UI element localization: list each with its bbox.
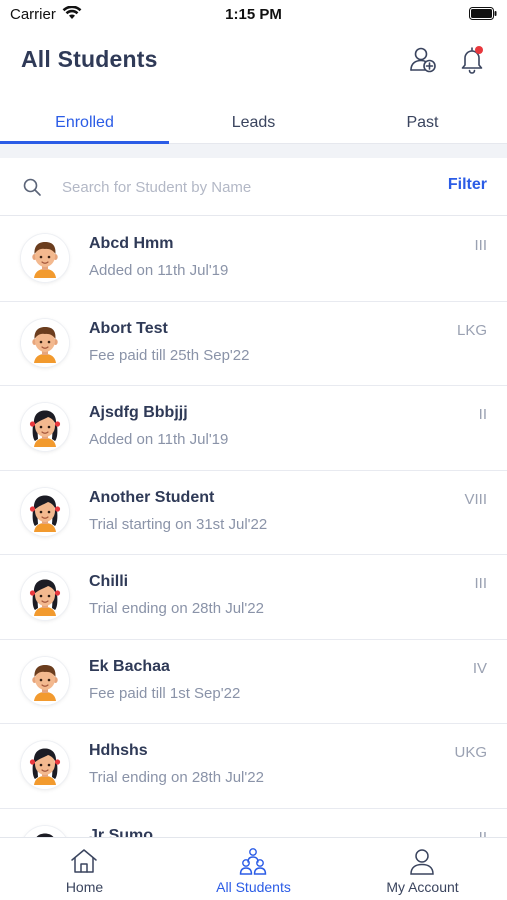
student-row[interactable]: Jr Sumo II xyxy=(0,809,507,838)
student-row[interactable]: Chilli Trial ending on 28th Jul'22 III xyxy=(0,555,507,640)
student-row[interactable]: Abort Test Fee paid till 25th Sep'22 LKG xyxy=(0,302,507,386)
student-row[interactable]: Ek Bachaa Fee paid till 1st Sep'22 IV xyxy=(0,640,507,724)
account-icon xyxy=(410,849,434,875)
student-status: Trial ending on 28th Jul'22 xyxy=(89,769,264,786)
student-class: IV xyxy=(472,659,487,677)
student-status: Fee paid till 1st Sep'22 xyxy=(89,684,241,702)
home-icon xyxy=(71,849,97,873)
student-class: LKG xyxy=(456,321,487,339)
bottom-tab-bar: Home All Students My Account xyxy=(0,837,507,900)
girl-avatar-icon xyxy=(21,572,69,620)
student-list: Abcd Hmm Added on 11th Jul'19 III Abort Te… xyxy=(0,217,507,837)
student-name: Ek Bachaa xyxy=(89,657,170,675)
student-class: III xyxy=(474,575,487,592)
nav-all-students[interactable]: All Students xyxy=(169,838,338,900)
section-divider xyxy=(0,144,507,158)
status-time: 1:15 PM xyxy=(225,6,282,23)
student-name: Hdhshs xyxy=(89,742,148,759)
boy-avatar-icon xyxy=(21,234,69,282)
filter-button[interactable]: Filter xyxy=(448,176,487,194)
student-class: UKG xyxy=(454,744,487,761)
page-title: All Students xyxy=(21,46,158,72)
tab-bar: Enrolled Leads Past xyxy=(0,104,507,144)
tab-enrolled[interactable]: Enrolled xyxy=(0,104,169,144)
nav-home[interactable]: Home xyxy=(0,838,169,900)
student-class: II xyxy=(478,406,487,423)
student-name: Chilli xyxy=(89,573,129,590)
student-name: Another Student xyxy=(89,488,215,506)
student-name: Jr Sumo xyxy=(89,826,154,838)
student-status: Trial starting on 31st Jul'22 xyxy=(89,515,268,533)
student-class: II xyxy=(478,828,487,838)
nav-all-students-label: All Students xyxy=(216,879,291,895)
boy-avatar-icon xyxy=(21,656,69,705)
girl-avatar-icon xyxy=(21,825,69,837)
student-status: Added on 11th Jul'19 xyxy=(89,262,229,279)
girl-avatar-icon xyxy=(21,487,69,536)
students-icon xyxy=(239,848,267,875)
notification-dot xyxy=(475,46,483,54)
tab-past[interactable]: Past xyxy=(338,104,507,144)
student-row[interactable]: Ajsdfg Bbbjjj Added on 11th Jul'19 II xyxy=(0,386,507,471)
student-status: Added on 11th Jul'19 xyxy=(89,431,229,448)
boy-avatar-icon xyxy=(21,318,69,367)
student-row[interactable]: Another Student Trial starting on 31st Ju… xyxy=(0,471,507,555)
student-status: Trial ending on 28th Jul'22 xyxy=(89,600,264,617)
student-name: Abcd Hmm xyxy=(89,235,174,252)
search-input[interactable] xyxy=(62,174,362,200)
app-header: All Students xyxy=(0,30,507,94)
student-class: VIII xyxy=(464,490,487,508)
student-row[interactable]: Hdhshs Trial ending on 28th Jul'22 UKG xyxy=(0,724,507,809)
student-row[interactable]: Abcd Hmm Added on 11th Jul'19 III xyxy=(0,217,507,302)
nav-home-label: Home xyxy=(65,879,104,895)
student-name: Ajsdfg Bbbjjj xyxy=(89,404,188,421)
notification-bell-icon[interactable] xyxy=(457,44,487,74)
tab-leads[interactable]: Leads xyxy=(169,104,338,144)
battery-icon xyxy=(469,7,497,20)
student-class: III xyxy=(474,237,487,254)
nav-my-account[interactable]: My Account xyxy=(338,838,507,900)
nav-my-account-label: My Account xyxy=(386,879,459,895)
girl-avatar-icon xyxy=(21,741,69,789)
add-student-icon[interactable] xyxy=(408,44,438,74)
student-status: Fee paid till 25th Sep'22 xyxy=(89,346,250,364)
student-name: Abort Test xyxy=(89,319,168,337)
search-bar: Filter xyxy=(0,158,507,216)
status-bar: Carrier 1:15 PM xyxy=(0,0,507,30)
search-icon xyxy=(23,178,41,196)
girl-avatar-icon xyxy=(21,403,69,451)
